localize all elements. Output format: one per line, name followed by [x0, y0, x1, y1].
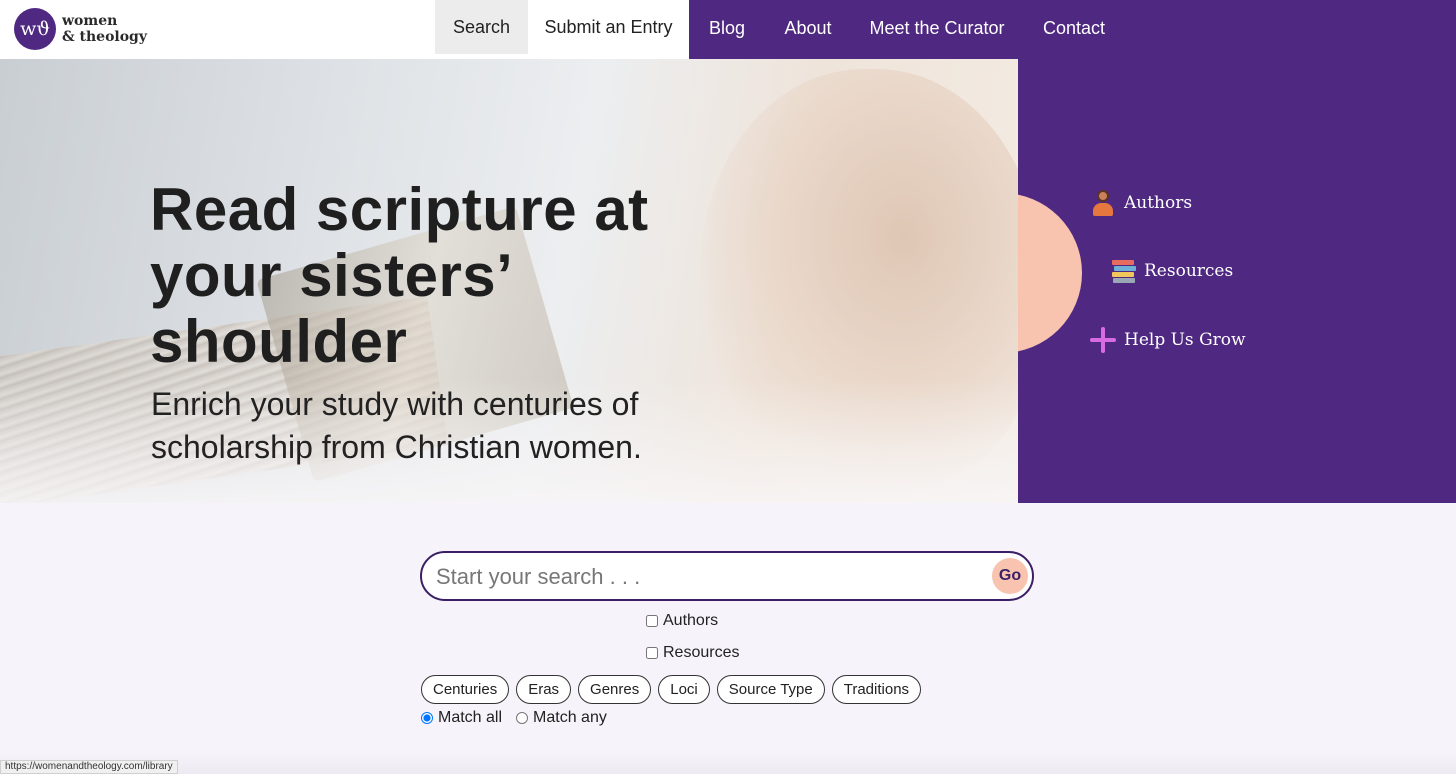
checkbox-resources-input[interactable] [646, 647, 658, 659]
checkbox-resources[interactable]: Resources [646, 644, 739, 662]
checkbox-authors-input[interactable] [646, 615, 658, 627]
radio-match-any-label: Match any [533, 709, 607, 726]
panel-link-help-us-grow[interactable]: Help Us Grow [1090, 327, 1246, 353]
filter-chip-traditions[interactable]: Traditions [831, 675, 922, 704]
plus-icon [1090, 327, 1116, 353]
panel-link-authors-label: Authors [1124, 193, 1193, 213]
filter-chip-centuries[interactable]: Centuries [421, 675, 510, 704]
search-input[interactable] [436, 561, 976, 593]
books-icon [1110, 258, 1136, 284]
nav-meet-the-curator[interactable]: Meet the Curator [862, 0, 1012, 56]
peach-circle-decoration [1018, 193, 1082, 353]
radio-match-all-label: Match all [438, 709, 503, 726]
panel-link-help-us-grow-label: Help Us Grow [1124, 330, 1246, 350]
site-logo[interactable]: wϑ women & theology [14, 8, 147, 50]
hero-banner: Read scripture at your sisters’ shoulder… [0, 59, 1018, 503]
checkbox-authors-label: Authors [663, 612, 719, 629]
logo-mark: wϑ [14, 8, 56, 50]
logo-wordmark: women & theology [62, 13, 147, 45]
author-icon [1090, 190, 1116, 216]
status-bar-url: https://womenandtheology.com/library [0, 760, 178, 774]
filter-chip-eras[interactable]: Eras [516, 675, 572, 704]
panel-link-authors[interactable]: Authors [1090, 190, 1192, 216]
filter-chip-source-type[interactable]: Source Type [716, 675, 825, 704]
panel-link-resources-label: Resources [1144, 261, 1234, 281]
filter-chip-genres[interactable]: Genres [578, 675, 652, 704]
radio-match-any[interactable]: Match any [516, 709, 607, 727]
nav-contact[interactable]: Contact [1032, 0, 1116, 56]
quick-links-panel: Authors Resources Help Us Grow [1018, 59, 1456, 503]
nav-blog[interactable]: Blog [698, 0, 756, 56]
filter-chip-loci[interactable]: Loci [658, 675, 710, 704]
top-nav: wϑ women & theology Search Submit an Ent… [0, 0, 1456, 59]
nav-search[interactable]: Search [435, 0, 528, 54]
radio-match-any-input[interactable] [516, 712, 529, 724]
go-button[interactable]: Go [992, 558, 1028, 594]
hero-title: Read scripture at your sisters’ shoulder [150, 176, 649, 375]
checkbox-resources-label: Resources [663, 644, 740, 661]
search-bar: Go [420, 551, 1034, 601]
panel-link-resources[interactable]: Resources [1110, 258, 1233, 284]
filter-chips: Centuries Eras Genres Loci Source Type T… [421, 675, 928, 704]
hero-subtitle: Enrich your study with centuries of scho… [151, 386, 642, 465]
nav-about[interactable]: About [772, 0, 844, 56]
logo-line-1: women [62, 13, 118, 29]
nav-submit-entry[interactable]: Submit an Entry [533, 0, 684, 54]
match-mode-group: Match all Match any [421, 709, 621, 727]
checkbox-authors[interactable]: Authors [646, 612, 718, 630]
radio-match-all-input[interactable] [421, 712, 433, 724]
logo-line-2: & theology [62, 29, 147, 45]
page-bottom-shadow [0, 752, 1456, 774]
radio-match-all[interactable]: Match all [421, 709, 502, 727]
